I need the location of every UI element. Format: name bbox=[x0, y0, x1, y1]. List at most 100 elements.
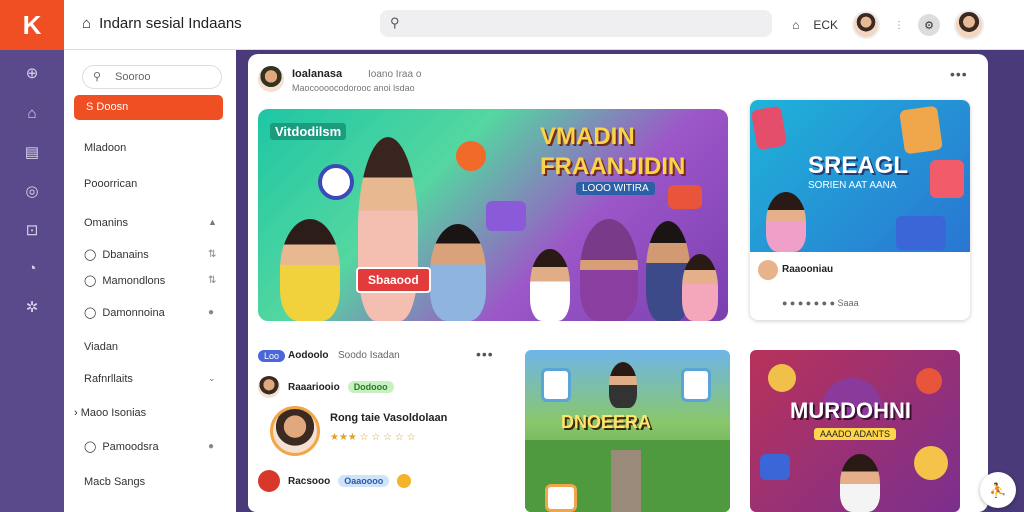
post-meta: Ioano Iraa o bbox=[368, 69, 422, 80]
user-label: ECK bbox=[813, 18, 838, 32]
clock-icon[interactable]: ◔ bbox=[22, 259, 42, 279]
library-icon[interactable]: ▤ bbox=[22, 143, 42, 163]
sidebar-subitem-1[interactable]: ◯ Dbanains ⇅ bbox=[84, 248, 224, 262]
sidebar-search-input[interactable]: ⚲ Sooroo bbox=[82, 65, 222, 89]
more-icon[interactable]: ••• bbox=[476, 346, 494, 362]
promo-rating: ● ● ● ● ● ● ● Saaa bbox=[782, 298, 859, 308]
avatar[interactable] bbox=[258, 470, 280, 492]
author-name[interactable]: Ioalanasa bbox=[292, 68, 342, 80]
sidebar-section-header[interactable]: Omanins ▲ bbox=[84, 217, 224, 229]
post-tag: Loo bbox=[258, 350, 286, 362]
play-icon bbox=[318, 164, 354, 200]
top-bar: K ⌂ Indarn sesial Indaans ⚲ ⌂ ECK ⋮ ⚙ bbox=[0, 0, 1024, 50]
home-icon[interactable]: ⌂ bbox=[22, 104, 42, 124]
section-label: Rafnrllaits bbox=[84, 373, 133, 385]
compass-icon[interactable]: ⊕ bbox=[22, 64, 42, 84]
sidebar-item-viadan[interactable]: Viadan bbox=[84, 341, 118, 353]
media-card-icon bbox=[760, 454, 790, 480]
menu-icon[interactable]: ⋮ bbox=[894, 20, 904, 31]
photo-card-icon bbox=[541, 368, 571, 402]
media-card-icon bbox=[486, 201, 526, 231]
sidebar-item-active[interactable]: S Doosn bbox=[74, 95, 223, 120]
status-dot-icon: ● bbox=[208, 441, 215, 452]
item-name: Raaariooio bbox=[288, 381, 340, 393]
status-dot-icon: ● bbox=[208, 307, 215, 318]
media-card-icon bbox=[896, 216, 946, 250]
banner-button[interactable]: Sbaaood bbox=[356, 267, 431, 293]
user-icon[interactable]: ⛹ bbox=[980, 472, 1016, 508]
home-icon: ⌂ bbox=[82, 15, 92, 32]
sort-icon: ⇅ bbox=[208, 275, 217, 286]
tile-headline: DNOEERA bbox=[561, 412, 652, 432]
sidebar-item-pamoodsra[interactable]: ◯ Pamoodsra ● bbox=[84, 440, 224, 454]
landscape-tile[interactable]: DNOEERA bbox=[525, 350, 730, 512]
profile-avatar[interactable] bbox=[954, 10, 984, 40]
circle-icon: ◯ bbox=[84, 441, 97, 453]
sidebar-item-1[interactable]: Mladoon bbox=[84, 142, 126, 154]
person-figure bbox=[840, 454, 880, 512]
road-decor bbox=[611, 450, 641, 512]
app-logo[interactable]: K bbox=[0, 0, 64, 50]
banner-subtitle: LOOO WITIRA bbox=[576, 182, 655, 195]
avatar[interactable] bbox=[270, 406, 320, 456]
search-icon: ⚲ bbox=[93, 71, 102, 83]
photo-card-icon bbox=[545, 484, 577, 512]
item-name[interactable]: Rong taie Vasoldolaan bbox=[330, 412, 447, 424]
list-item[interactable]: Racsooo Oaaoooo bbox=[288, 474, 412, 488]
list-item[interactable]: Raaariooio Dodooo bbox=[288, 381, 394, 393]
promo-card[interactable]: SREAGL SORIEN AAT AANA Raaooniau ● ● ● ●… bbox=[750, 100, 970, 320]
chevron-right-icon: › bbox=[74, 407, 78, 419]
banner-headline-2: FRAANJIDIN bbox=[540, 153, 686, 180]
featured-banner[interactable]: Vitdodilsm VMADIN FRAANJIDIN LOOO WITIRA… bbox=[258, 109, 728, 321]
settings-icon[interactable]: ✲ bbox=[22, 298, 42, 318]
sidebar-search-placeholder: Sooroo bbox=[115, 71, 151, 83]
status-badge: Dodooo bbox=[347, 381, 394, 393]
avatar[interactable] bbox=[758, 260, 778, 280]
sidebar-subitem-2[interactable]: ◯ Mamondlons ⇅ bbox=[84, 274, 224, 288]
person-figure bbox=[358, 137, 418, 321]
avatar[interactable] bbox=[258, 376, 280, 398]
sidebar-item-collapsed[interactable]: › Maoo Isonias bbox=[74, 407, 146, 419]
badge-icon bbox=[397, 474, 412, 488]
sort-icon: ⇅ bbox=[208, 249, 217, 260]
gear-icon[interactable]: ⚙ bbox=[918, 14, 940, 36]
item-name: Racsooo bbox=[288, 475, 331, 487]
section-label: Omanins bbox=[84, 217, 129, 229]
app-title-text: Indarn sesial Indaans bbox=[99, 15, 242, 32]
sidebar-item-2[interactable]: Pooorrican bbox=[84, 178, 137, 190]
home-icon[interactable]: ⌂ bbox=[792, 18, 799, 32]
avatar[interactable] bbox=[258, 66, 284, 92]
global-search-input[interactable]: ⚲ bbox=[380, 10, 772, 37]
person-figure bbox=[580, 219, 638, 321]
post-meta: Soodo Isadan bbox=[338, 350, 400, 361]
banner-headline: VMADIN bbox=[540, 123, 635, 150]
photo-card-icon bbox=[899, 105, 943, 155]
inbox-icon[interactable]: ⊡ bbox=[22, 221, 42, 241]
chat-icon: ◯ bbox=[84, 249, 97, 261]
person-figure bbox=[430, 224, 486, 321]
chat-icon: ◯ bbox=[84, 275, 97, 287]
top-right-actions: ⌂ ECK ⋮ ⚙ bbox=[792, 10, 984, 40]
banner-tag: Vitdodilsm bbox=[270, 123, 347, 140]
sidebar: ⚲ Sooroo S Doosn Mladoon Pooorrican Oman… bbox=[64, 50, 236, 512]
person-figure bbox=[280, 219, 340, 321]
subitem-label: Damonnoina bbox=[102, 306, 165, 319]
music-icon bbox=[456, 141, 486, 171]
person-figure bbox=[530, 249, 570, 321]
section-label: Pamoodsra bbox=[102, 440, 159, 453]
circle-icon: ◯ bbox=[84, 307, 97, 319]
post-title: Aodoolo bbox=[288, 350, 329, 361]
subitem-label: Dbanains bbox=[102, 248, 149, 261]
avatar[interactable] bbox=[852, 11, 880, 39]
tile-subheadline: AAADO ADANTS bbox=[814, 428, 897, 440]
promo-tile[interactable]: MURDOHNI AAADO ADANTS bbox=[750, 350, 960, 512]
more-icon[interactable]: ••• bbox=[950, 66, 968, 82]
globe-icon[interactable]: ◎ bbox=[22, 182, 42, 202]
sticker-icon bbox=[768, 364, 796, 392]
sidebar-item-macb[interactable]: Macb Sangs bbox=[84, 476, 145, 488]
sidebar-item-expand[interactable]: Rafnrllaits ⌄ bbox=[84, 373, 224, 385]
rating-stars: ★★★ ☆ ☆ ☆ ☆ ☆ bbox=[330, 432, 416, 443]
sidebar-subitem-3[interactable]: ◯ Damonnoina ● bbox=[84, 306, 224, 320]
search-icon: ⚲ bbox=[390, 15, 400, 30]
promo-caption: Raaooniau bbox=[782, 264, 834, 275]
